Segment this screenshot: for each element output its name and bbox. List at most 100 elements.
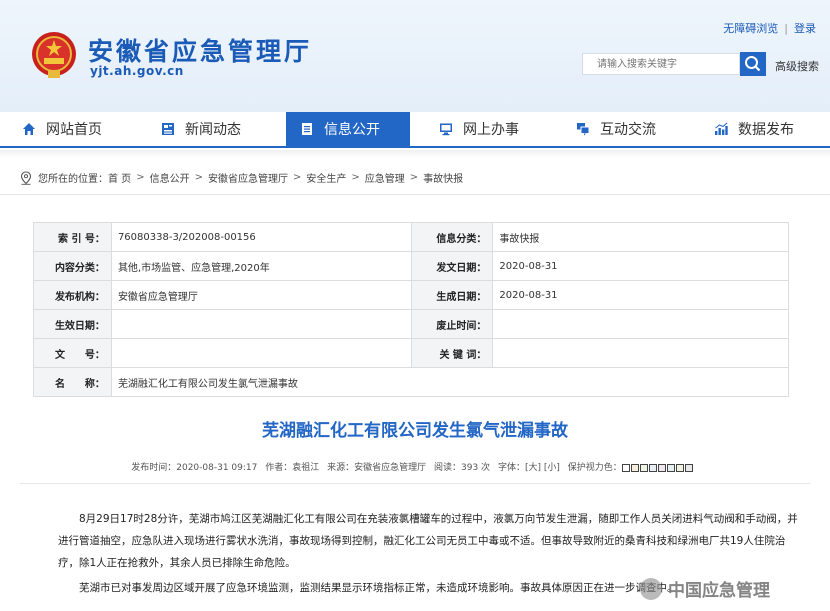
index-no-value: 76080338-3/202008-00156 — [110, 222, 412, 252]
national-emblem-icon — [32, 32, 76, 78]
advanced-search-link[interactable]: 高级搜索 — [775, 58, 819, 74]
breadcrumb-prefix: 您所在的位置： — [38, 174, 108, 185]
article-meta: 发布时间：2020-08-31 09:17 作者：袁祖江 来源：安徽省应急管理厅… — [0, 460, 830, 473]
table-row: 文 号： 关 键 词： — [33, 338, 789, 368]
eye-color-swatch[interactable] — [639, 463, 648, 472]
author: 作者：袁祖江 — [265, 463, 320, 473]
info-class-label: 信息分类： — [410, 222, 494, 252]
breadcrumb-item-department[interactable]: 安徽省应急管理厅 — [208, 170, 288, 185]
article-title: 芜湖融汇化工有限公司发生氯气泄漏事故 — [262, 421, 568, 441]
nav-shadow — [0, 150, 830, 158]
breadcrumb-separator: > — [194, 172, 203, 183]
breadcrumb: 您所在的位置： 首 页 > 信息公开 > 安徽省应急管理厅 > 安全生产 > 应… — [20, 170, 463, 185]
breadcrumb-item-home[interactable]: 首 页 — [108, 170, 131, 185]
top-links: 无障碍浏览 | 登录 — [723, 20, 816, 36]
watermark-text: 中国应急管理 — [668, 581, 770, 601]
nav-label: 新闻动态 — [185, 122, 241, 138]
generate-date-value: 2020-08-31 — [492, 280, 789, 310]
site-title[interactable]: 安徽省应急管理厅 — [88, 32, 312, 68]
eye-color-swatch[interactable] — [648, 463, 657, 472]
table-row: 发布机构： 安徽省应急管理厅 生成日期： 2020-08-31 — [33, 280, 789, 310]
nav-item-interaction[interactable]: 互动交流 — [576, 112, 686, 146]
login-link[interactable]: 登录 — [794, 22, 816, 35]
paragraph-text: 芜湖市已对事发周边区域开展了应急环境监测，监测结果显示环境指标正常，未造成环境影… — [79, 582, 678, 594]
nav-label: 数据发布 — [738, 122, 794, 138]
view-count: 阅读：393 次 — [434, 463, 491, 473]
breadcrumb-separator: > — [292, 172, 302, 183]
meta-divider — [20, 483, 810, 484]
nav-item-online-service[interactable]: 网上办事 — [439, 112, 549, 146]
name-value: 芜湖融汇化工有限公司发生氯气泄漏事故 — [110, 367, 790, 397]
nav-item-data-release[interactable]: 数据发布 — [714, 112, 824, 146]
search-icon — [745, 56, 761, 72]
effective-date-value — [110, 309, 412, 339]
search-input[interactable] — [582, 53, 740, 75]
search-button[interactable] — [740, 52, 766, 76]
nav-item-news[interactable]: 新闻动态 — [161, 112, 271, 146]
name-label: 名 称： — [33, 367, 112, 397]
abolish-date-label: 废止时间： — [410, 309, 494, 339]
nav-label: 信息公开 — [324, 122, 380, 138]
issuer-label: 发布机构： — [33, 280, 112, 310]
monitor-icon — [440, 123, 452, 136]
info-class-value: 事故快报 — [492, 222, 789, 252]
breadcrumb-separator: > — [351, 172, 360, 183]
breadcrumb-item-emergency[interactable]: 应急管理 — [365, 170, 405, 185]
nav-label: 互动交流 — [600, 122, 656, 138]
generate-date-label: 生成日期： — [410, 280, 494, 310]
document-icon — [302, 123, 312, 135]
site-header: 安徽省应急管理厅 yjt.ah.gov.cn 无障碍浏览 | 登录 高级搜索 — [0, 0, 830, 112]
content-class-value: 其他,市场监管、应急管理,2020年 — [110, 251, 412, 281]
eye-protection-label: 保护视力色： — [567, 463, 622, 473]
effective-date-label: 生效日期： — [33, 309, 112, 339]
breadcrumb-item-info-public[interactable]: 信息公开 — [150, 170, 190, 185]
nav-item-info-public[interactable]: 信息公开 — [286, 112, 410, 146]
location-pin-icon — [20, 170, 32, 185]
breadcrumb-item-safety[interactable]: 安全生产 — [306, 170, 346, 185]
home-icon — [23, 123, 35, 135]
chart-icon — [715, 122, 728, 135]
table-row: 名 称： 芜湖融汇化工有限公司发生氯气泄漏事故 — [33, 367, 790, 397]
eye-color-swatch[interactable] — [630, 463, 639, 472]
top-link-separator: | — [784, 22, 788, 35]
source: 来源：安徽省应急管理厅 — [327, 463, 427, 473]
abolish-date-value — [492, 309, 789, 339]
eye-color-swatch[interactable] — [666, 463, 675, 472]
eye-color-swatch[interactable] — [675, 463, 684, 472]
eye-color-swatch[interactable] — [621, 463, 630, 472]
index-no-label: 索 引 号： — [33, 222, 112, 252]
paragraph-text: 8月29日17时28分许，芜湖市鸠江区芜湖融汇化工有限公司在充装液氯槽罐车的过程… — [58, 513, 798, 569]
nav-label: 网上办事 — [463, 122, 519, 138]
main-nav: 网站首页 新闻动态 信息公开 网上办事 互动交流 数据发布 — [0, 112, 830, 148]
news-icon — [162, 123, 174, 135]
chat-icon — [577, 123, 590, 136]
font-size-switch[interactable]: 字体：[大] [小] — [498, 463, 560, 473]
issuer-value: 安徽省应急管理厅 — [110, 280, 412, 310]
publish-date-value: 2020-08-31 — [492, 251, 789, 281]
table-row: 索 引 号： 76080338-3/202008-00156 信息分类： 事故快… — [33, 222, 789, 252]
publish-date-label: 发文日期： — [410, 251, 494, 281]
nav-label: 网站首页 — [46, 122, 102, 138]
breadcrumb-separator: > — [409, 172, 419, 183]
keywords-value — [492, 338, 789, 368]
breadcrumb-divider — [0, 194, 830, 195]
publish-time: 发布时间：2020-08-31 09:17 — [131, 463, 258, 473]
keywords-label: 关 键 词： — [410, 338, 494, 368]
document-info-table: 索 引 号： 76080338-3/202008-00156 信息分类： 事故快… — [33, 222, 790, 397]
accessible-link[interactable]: 无障碍浏览 — [723, 22, 778, 35]
nav-item-home[interactable]: 网站首页 — [22, 112, 132, 146]
eye-color-swatches — [621, 463, 694, 473]
eye-color-swatch[interactable] — [657, 463, 666, 472]
article-paragraph: 8月29日17时28分许，芜湖市鸠江区芜湖融汇化工有限公司在充装液氯槽罐车的过程… — [58, 508, 800, 574]
wechat-icon — [640, 577, 662, 600]
site-domain: yjt.ah.gov.cn — [90, 64, 184, 78]
content-class-label: 内容分类： — [33, 251, 112, 281]
watermark: 中国应急管理 — [640, 576, 770, 601]
table-row: 生效日期： 废止时间： — [33, 309, 789, 339]
doc-no-label: 文 号： — [33, 338, 112, 368]
breadcrumb-item-accident-report[interactable]: 事故快报 — [423, 170, 463, 185]
doc-no-value — [110, 338, 412, 368]
breadcrumb-separator: > — [136, 172, 145, 183]
eye-color-swatch[interactable] — [684, 463, 693, 472]
table-row: 内容分类： 其他,市场监管、应急管理,2020年 发文日期： 2020-08-3… — [33, 251, 789, 281]
